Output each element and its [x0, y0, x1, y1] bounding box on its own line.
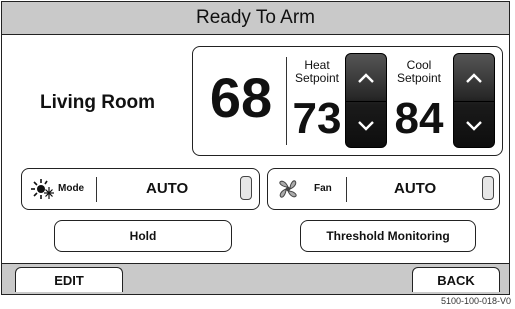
divider	[286, 57, 287, 145]
chevron-up-icon	[466, 72, 482, 83]
heat-setpoint-value: 73	[292, 94, 342, 143]
chevron-up-icon	[358, 72, 374, 83]
page-title: Ready To Arm	[196, 7, 315, 28]
back-button[interactable]: BACK	[412, 267, 500, 292]
hold-button[interactable]: Hold	[54, 220, 232, 252]
cool-up-button[interactable]	[454, 54, 494, 101]
fan-separator	[346, 177, 347, 202]
threshold-monitoring-button[interactable]: Threshold Monitoring	[300, 220, 476, 252]
cool-setpoint-label: Cool Setpoint	[391, 59, 447, 85]
chevron-down-icon	[358, 120, 374, 131]
mode-separator	[96, 177, 97, 202]
figure-id: 5100-100-018-V0	[440, 296, 511, 306]
mode-value: AUTO	[146, 180, 189, 197]
thermostat-screen: Ready To Arm Living Room 68 Heat Setpoin…	[1, 1, 510, 295]
title-bar: Ready To Arm	[2, 2, 509, 35]
bottom-bar: EDIT BACK	[2, 263, 509, 294]
sun-snowflake-icon	[31, 179, 54, 199]
heat-down-button[interactable]	[346, 102, 386, 149]
cool-label-line2: Setpoint	[396, 71, 442, 85]
heat-setpoint-label: Heat Setpoint	[289, 59, 345, 85]
room-name: Living Room	[40, 92, 156, 113]
mode-toggle-handle[interactable]	[240, 176, 252, 200]
heat-setpoint-stepper	[345, 53, 387, 148]
cool-down-button[interactable]	[454, 102, 494, 149]
heat-up-button[interactable]	[346, 54, 386, 101]
fan-label: Fan	[314, 183, 332, 194]
chevron-down-icon	[466, 120, 482, 131]
temperature-panel: 68 Heat Setpoint 73 Cool Setpoint 84	[192, 46, 503, 156]
fan-value: AUTO	[394, 180, 437, 197]
mode-control[interactable]: Mode AUTO	[21, 168, 260, 210]
fan-icon	[279, 180, 297, 198]
heat-label-line2: Setpoint	[294, 71, 340, 85]
fan-control[interactable]: Fan AUTO	[267, 168, 500, 210]
cool-setpoint-stepper	[453, 53, 495, 148]
edit-button[interactable]: EDIT	[15, 267, 123, 292]
mode-label: Mode	[58, 183, 85, 194]
fan-toggle-handle[interactable]	[482, 176, 494, 200]
current-temperature: 68	[209, 66, 273, 129]
cool-setpoint-value: 84	[394, 94, 444, 143]
